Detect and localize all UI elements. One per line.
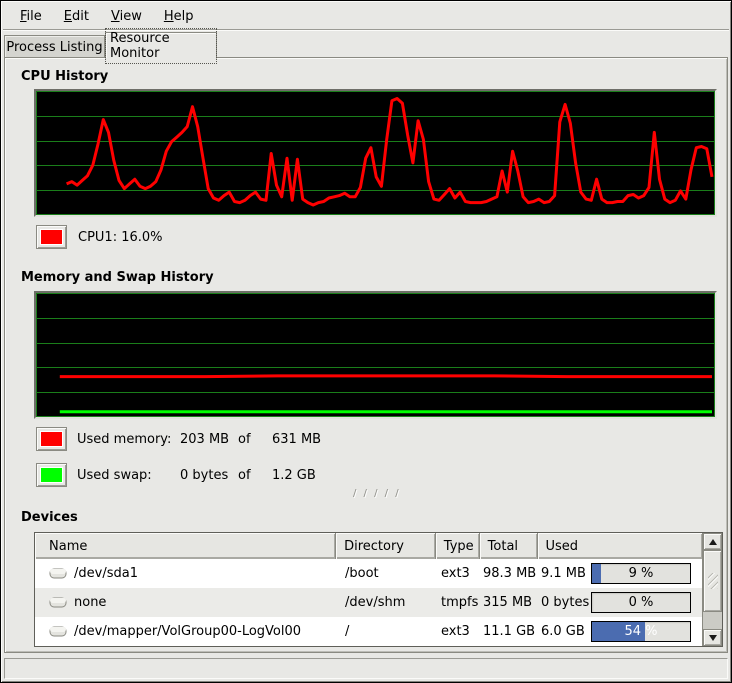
- memory-legend: Used memory: 203 MB of 631 MB: [36, 426, 321, 452]
- vertical-scrollbar[interactable]: [702, 533, 722, 646]
- memory-legend-label: Used memory:: [77, 432, 180, 447]
- column-header-used[interactable]: Used: [538, 533, 703, 559]
- disk-icon: [49, 625, 67, 638]
- tab-resource-monitor[interactable]: Resource Monitor: [105, 32, 217, 59]
- cpu-legend-label: CPU1: 16.0%: [78, 230, 163, 245]
- table-row[interactable]: /dev/sda1 /boot ext3 98.3 MB 9.1 MB 9 %: [35, 559, 702, 588]
- system-monitor-window: File Edit View Help Process Listing Reso…: [0, 0, 732, 683]
- disk-icon: [49, 596, 67, 609]
- memory-color-swatch[interactable]: [36, 427, 67, 451]
- resource-monitor-panel: CPU History CPU1: 16.0% Memory and Swap …: [4, 57, 728, 653]
- devices-title: Devices: [21, 510, 78, 525]
- swap-legend-label: Used swap:: [77, 468, 180, 483]
- menu-file[interactable]: File: [9, 3, 53, 29]
- swap-used-value: 0 bytes: [180, 468, 238, 483]
- memory-used-value: 203 MB: [180, 432, 238, 447]
- tab-bar: Process Listing Resource Monitor: [4, 32, 728, 58]
- column-header-directory[interactable]: Directory: [336, 533, 436, 559]
- cpu-history-title: CPU History: [21, 69, 108, 84]
- scrollbar-down-button[interactable]: [703, 629, 722, 646]
- usage-progress-bar: 9 %: [591, 563, 691, 584]
- menu-bar: File Edit View Help: [3, 3, 729, 30]
- arrow-up-icon: [709, 539, 717, 545]
- cpu-color-swatch[interactable]: [36, 225, 67, 249]
- menu-help[interactable]: Help: [153, 3, 205, 29]
- disk-icon: [49, 567, 67, 580]
- swap-of-text: of: [238, 468, 272, 483]
- column-header-total[interactable]: Total: [480, 533, 538, 559]
- usage-progress-bar: 54 %: [591, 621, 691, 642]
- swap-color-swatch[interactable]: [36, 463, 67, 487]
- scrollbar-up-button[interactable]: [703, 533, 722, 550]
- table-row[interactable]: /dev/mapper/VolGroup00-LogVol00 / ext3 1…: [35, 617, 702, 646]
- swap-total-value: 1.2 GB: [272, 468, 316, 483]
- swap-legend: Used swap: 0 bytes of 1.2 GB: [36, 462, 316, 488]
- status-bar: [4, 658, 728, 679]
- column-header-name[interactable]: Name: [35, 533, 336, 559]
- cpu-legend: CPU1: 16.0%: [36, 224, 163, 250]
- column-header-type[interactable]: Type: [436, 533, 480, 559]
- memory-total-value: 631 MB: [272, 432, 321, 447]
- tab-process-listing[interactable]: Process Listing: [4, 35, 105, 59]
- memory-history-graph: [34, 291, 717, 419]
- menu-edit[interactable]: Edit: [53, 3, 100, 29]
- devices-table-header: Name Directory Type Total Used: [35, 533, 702, 559]
- devices-table: Name Directory Type Total Used /dev/sda1: [34, 532, 723, 647]
- memory-history-title: Memory and Swap History: [21, 270, 214, 285]
- memory-of-text: of: [238, 432, 272, 447]
- menu-view[interactable]: View: [100, 3, 153, 29]
- thumb-grip-icon: [708, 573, 718, 589]
- usage-progress-bar: 0 %: [591, 592, 691, 613]
- scrollbar-thumb[interactable]: [703, 550, 722, 612]
- cpu-history-graph: [34, 89, 717, 217]
- arrow-down-icon: [709, 635, 717, 641]
- scrollbar-track[interactable]: [703, 612, 722, 629]
- table-row[interactable]: none /dev/shm tmpfs 315 MB 0 bytes 0 %: [35, 588, 702, 617]
- pane-resize-grip[interactable]: / / / / /: [353, 488, 401, 499]
